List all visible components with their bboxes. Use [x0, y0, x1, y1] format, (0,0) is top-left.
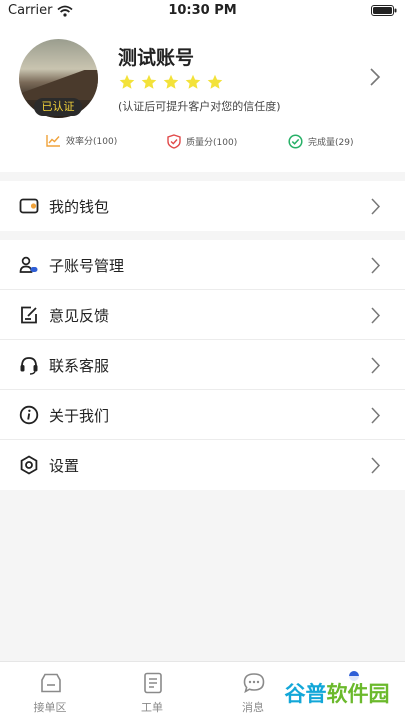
- chevron-right-icon: [371, 198, 381, 215]
- metric-completed: 完成量(29): [288, 134, 353, 149]
- status-bar: Carrier 10:30 PM: [0, 0, 405, 22]
- wallet-icon: [19, 198, 39, 214]
- verification-hint: (认证后可提升客户对您的信任度): [118, 100, 281, 113]
- watermark-part2: 软件园: [326, 682, 390, 706]
- tab-orders-zone[interactable]: 接单区: [20, 662, 80, 720]
- star-icon: [141, 74, 157, 89]
- info-icon: [19, 405, 39, 425]
- chevron-right-icon: [371, 407, 381, 424]
- tab-work-orders[interactable]: 工单: [122, 662, 182, 720]
- settings-group: 子账号管理 意见反馈 联系客服 关于我们 设置: [0, 240, 405, 490]
- check-circle-icon: [288, 134, 303, 149]
- menu-label: 意见反馈: [49, 307, 110, 325]
- menu-item-about[interactable]: 关于我们: [0, 390, 405, 440]
- star-icon: [119, 74, 135, 89]
- profile-card[interactable]: 已认证 测试账号 (认证后可提升客户对您的信任度) 效率分(100) 质量分(1…: [0, 22, 405, 172]
- battery-icon: [371, 5, 397, 16]
- document-icon: [144, 672, 162, 694]
- menu-label: 我的钱包: [49, 198, 110, 216]
- status-time: 10:30 PM: [168, 3, 237, 18]
- tab-messages[interactable]: 消息: [223, 662, 283, 720]
- star-icon: [185, 74, 201, 89]
- shield-check-icon: [167, 134, 181, 149]
- metrics-row: 效率分(100) 质量分(100) 完成量(29): [0, 134, 405, 156]
- rating-stars: [119, 74, 223, 90]
- metric-label: 效率分(100): [66, 137, 118, 147]
- tab-label: 消息: [242, 701, 264, 714]
- menu-item-feedback[interactable]: 意见反馈: [0, 290, 405, 340]
- menu-item-sub-accounts[interactable]: 子账号管理: [0, 240, 405, 290]
- metric-efficiency: 效率分(100): [46, 134, 117, 147]
- star-icon: [207, 74, 223, 89]
- menu-item-settings[interactable]: 设置: [0, 440, 405, 490]
- headset-icon: [20, 357, 38, 375]
- chart-line-icon: [46, 135, 60, 147]
- verified-badge: 已认证: [34, 98, 82, 116]
- tab-label: 工单: [141, 701, 163, 714]
- watermark-part1: 谷普: [284, 682, 327, 706]
- menu-item-wallet[interactable]: 我的钱包: [0, 181, 405, 231]
- chevron-right-icon: [371, 457, 381, 474]
- metric-label: 质量分(100): [186, 138, 238, 148]
- settings-icon: [20, 455, 38, 475]
- metric-label: 完成量(29): [308, 138, 354, 148]
- users-icon: [19, 256, 38, 273]
- metric-quality: 质量分(100): [167, 134, 237, 149]
- menu-label: 子账号管理: [49, 257, 125, 275]
- edit-note-icon: [21, 306, 37, 324]
- watermark-logo: 谷普软件园: [276, 676, 398, 712]
- inbox-icon: [41, 673, 61, 693]
- account-name: 测试账号: [118, 47, 195, 69]
- menu-label: 关于我们: [49, 407, 110, 425]
- star-icon: [163, 74, 179, 89]
- chevron-right-icon: [371, 257, 381, 274]
- chevron-right-icon: [371, 307, 381, 324]
- menu-item-customer-service[interactable]: 联系客服: [0, 340, 405, 390]
- menu-label: 设置: [49, 457, 80, 475]
- chevron-right-icon[interactable]: [369, 67, 381, 87]
- wallet-group: 我的钱包: [0, 181, 405, 231]
- chat-icon: [243, 673, 265, 694]
- menu-label: 联系客服: [49, 357, 110, 375]
- chevron-right-icon: [371, 357, 381, 374]
- tab-label: 接单区: [33, 701, 67, 714]
